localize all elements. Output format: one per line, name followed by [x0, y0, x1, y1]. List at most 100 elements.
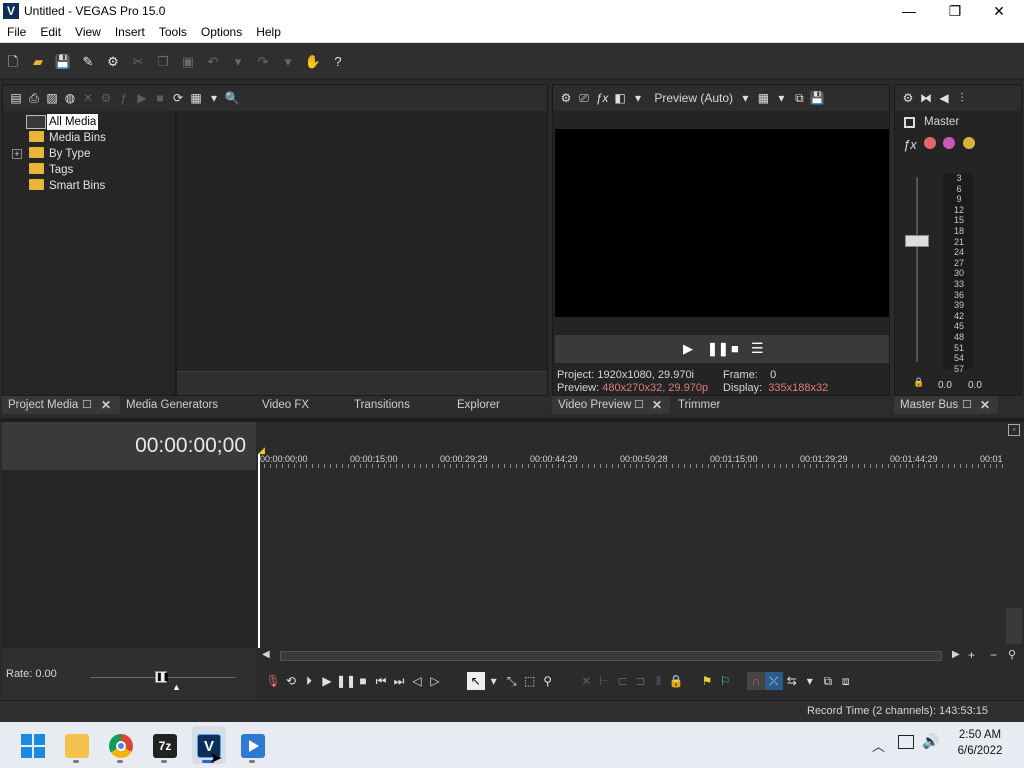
tree-item-media-bins[interactable]: Media Bins	[29, 130, 106, 146]
expand-plus-icon[interactable]: +	[12, 149, 22, 159]
next-frame-icon[interactable]: ▷	[426, 672, 444, 690]
envelope-tool-icon[interactable]: ⤡	[503, 672, 521, 690]
track-area[interactable]	[258, 470, 1006, 648]
vertical-scrollbar[interactable]: ▫	[1006, 422, 1022, 648]
master-fx-icon[interactable]: ƒx	[903, 137, 917, 152]
trim-end-icon[interactable]: ⊐	[631, 672, 649, 690]
master-fader-handle[interactable]	[905, 235, 929, 247]
insert-region-icon[interactable]: ⚐	[716, 672, 734, 690]
stop-icon[interactable]: ■	[354, 672, 372, 690]
copy-snapshot-icon[interactable]: ⧉	[790, 89, 808, 107]
automation-icon[interactable]	[924, 137, 937, 149]
minimize-button[interactable]: —	[886, 0, 932, 22]
views-dropdown-icon[interactable]: ▾	[205, 89, 223, 107]
volume-icon[interactable]: 🔊	[922, 733, 939, 750]
record-mic-icon[interactable]: 🎙	[264, 672, 282, 690]
undock-icon[interactable]: ☐	[634, 396, 644, 414]
pause-icon[interactable]: ❚❚	[336, 672, 356, 690]
auto-ripple-icon[interactable]: ⇆	[783, 672, 801, 690]
auto-crossfade-icon[interactable]: ⤫	[764, 672, 783, 690]
whats-this-help-icon[interactable]: ?	[329, 54, 347, 70]
external-monitor-icon[interactable]: ⎚	[575, 89, 593, 107]
file-explorer-icon[interactable]	[65, 734, 89, 758]
tab-trimmer[interactable]: Trimmer	[672, 396, 720, 414]
go-to-end-icon[interactable]: ⏭	[390, 672, 408, 690]
import-media-icon[interactable]: ▤	[7, 89, 25, 107]
go-to-start-icon[interactable]: ⏮	[372, 672, 390, 690]
track-list[interactable]	[2, 470, 256, 648]
render-icon[interactable]: ✎	[79, 54, 97, 70]
overlays-grid-icon[interactable]: ▦	[754, 89, 772, 107]
tab-media-generators[interactable]: Media Generators	[120, 396, 218, 414]
media-player-icon[interactable]	[241, 734, 265, 758]
pause-icon[interactable]: ❚❚	[707, 341, 729, 357]
undo-dropdown-icon[interactable]: ▾	[229, 54, 247, 70]
7zip-icon[interactable]: 7z	[153, 734, 177, 758]
undock-icon[interactable]: ☐	[82, 396, 92, 414]
trim-start-icon[interactable]: ⊏	[613, 672, 631, 690]
tree-item-smart-bins[interactable]: Smart Bins	[29, 178, 105, 194]
tab-master-bus[interactable]: Master Bus ☐ ✕	[894, 396, 998, 414]
paste-icon[interactable]: ▣	[179, 54, 197, 70]
remove-media-icon[interactable]: ✕	[79, 89, 97, 107]
edit-tool-dropdown-icon[interactable]: ▾	[485, 672, 503, 690]
tree-item-tags[interactable]: Tags	[29, 162, 73, 178]
playhead-cursor[interactable]	[258, 454, 260, 648]
undock-icon[interactable]: ☐	[962, 396, 972, 414]
media-properties-icon[interactable]: ⚙	[97, 89, 115, 107]
close-button[interactable]: ✕	[976, 0, 1022, 22]
insert-marker-icon[interactable]: ⚑	[698, 672, 716, 690]
master-select-box-icon[interactable]	[904, 117, 915, 128]
save-icon[interactable]: 💾	[54, 54, 72, 70]
tab-video-fx[interactable]: Video FX	[256, 396, 309, 414]
redo-icon[interactable]: ↷	[254, 54, 272, 70]
split-screen-icon[interactable]: ◧	[611, 89, 629, 107]
tab-close-icon[interactable]: ✕	[652, 396, 662, 414]
zoom-tool-icon[interactable]: ⚲	[1008, 648, 1016, 661]
trim-icon[interactable]: ⊢	[595, 672, 613, 690]
save-snapshot-icon[interactable]: 💾	[808, 89, 826, 107]
chrome-icon[interactable]	[109, 734, 133, 758]
zoom-out-icon[interactable]: −	[990, 648, 997, 662]
new-project-icon[interactable]: 🗋	[4, 54, 22, 70]
get-photo-icon[interactable]: ▨	[43, 89, 61, 107]
preview-menu-icon[interactable]: ☰	[751, 340, 764, 357]
tab-video-preview[interactable]: Video Preview ☐ ✕	[552, 396, 670, 414]
ripple-dropdown-icon[interactable]: ▾	[801, 672, 819, 690]
auto-preview-icon[interactable]: ⟳	[169, 89, 187, 107]
ignore-grouping-icon[interactable]: ⧈	[837, 672, 855, 690]
tab-explorer[interactable]: Explorer	[451, 396, 500, 414]
delete-icon[interactable]: ✕	[577, 672, 595, 690]
mixer-gear-icon[interactable]: ⚙	[899, 89, 917, 107]
lock-icon[interactable]: 🔒	[913, 377, 924, 388]
play-icon[interactable]: ▶	[683, 341, 693, 357]
timeline-ruler[interactable]: ◢ 00:00:00;00 00:00:15;00 00:00:29;29 00…	[258, 422, 1006, 470]
scroll-left-icon[interactable]: ◀	[262, 649, 270, 660]
tab-transitions[interactable]: Transitions	[348, 396, 410, 414]
tab-project-media[interactable]: Project Media ☐ ✕	[2, 396, 120, 414]
menu-tools[interactable]: Tools	[152, 22, 194, 39]
network-icon[interactable]	[898, 735, 914, 749]
media-list-area[interactable]	[177, 111, 547, 371]
video-fx-icon[interactable]: ƒx	[593, 89, 611, 107]
tab-close-icon[interactable]: ✕	[980, 396, 990, 414]
maximize-button[interactable]: ❐	[932, 0, 978, 22]
normal-edit-tool-icon[interactable]: ↖	[466, 672, 485, 690]
dim-output-icon[interactable]: ◀	[935, 89, 953, 107]
cut-icon[interactable]: ✂	[129, 54, 147, 70]
menu-options[interactable]: Options	[194, 22, 249, 39]
clock-date[interactable]: 6/6/2022	[950, 745, 1010, 757]
play-from-start-icon[interactable]: ⏵	[300, 672, 318, 690]
lock-envelopes-icon[interactable]: ⧉	[819, 672, 837, 690]
edit-tool-icon[interactable]: ✋	[304, 54, 322, 70]
scroll-right-icon[interactable]: ▶	[952, 649, 960, 660]
play-icon[interactable]: ▶	[318, 672, 336, 690]
menu-edit[interactable]: Edit	[33, 22, 68, 39]
vertical-scroll-thumb[interactable]	[1006, 608, 1022, 644]
split-dropdown-icon[interactable]: ▾	[629, 89, 647, 107]
get-media-web-icon[interactable]: ◍	[61, 89, 79, 107]
rate-slider-handle[interactable]: ❚❚	[155, 671, 169, 683]
zoom-edit-tool-icon[interactable]: ⚲	[539, 672, 557, 690]
lock-event-icon[interactable]: 🔒	[667, 672, 685, 690]
open-folder-icon[interactable]: ▰	[29, 54, 47, 70]
